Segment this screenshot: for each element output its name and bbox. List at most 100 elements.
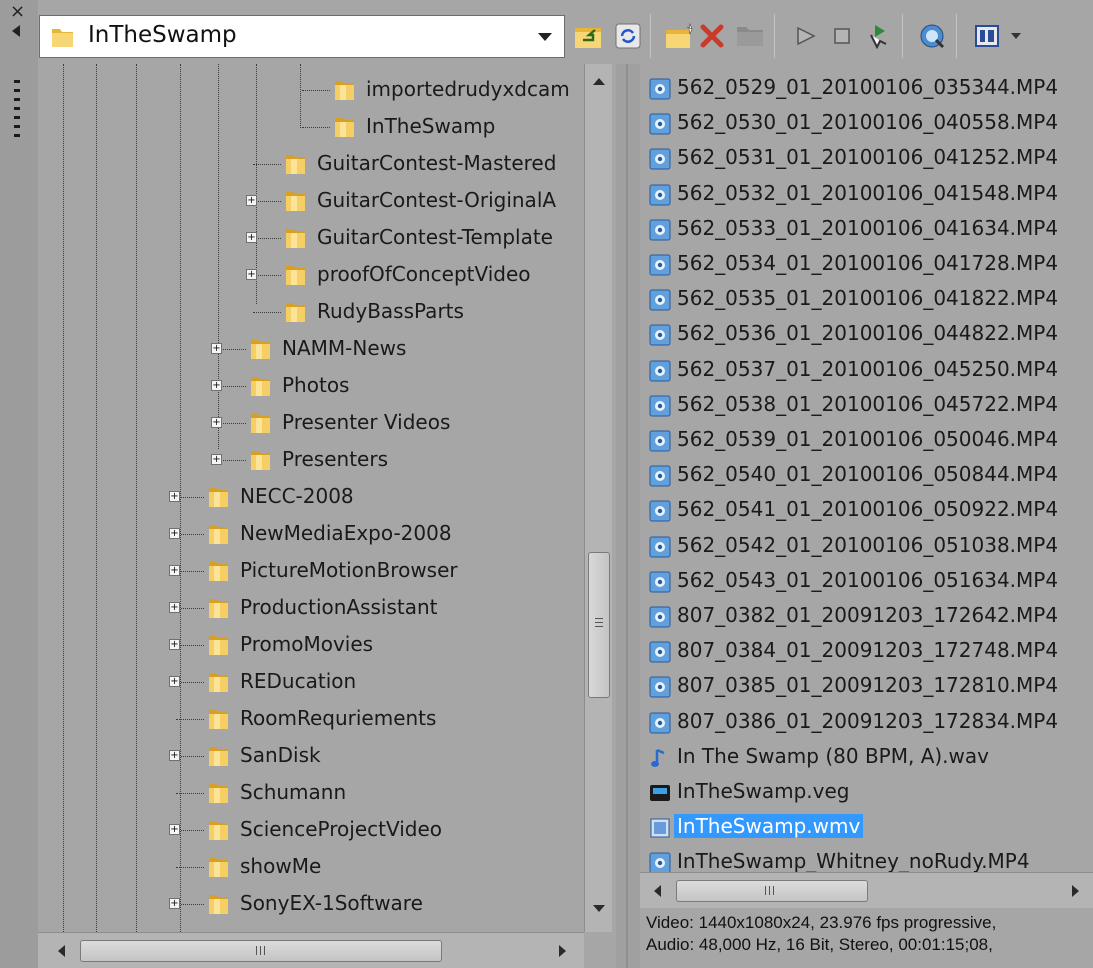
- file-item[interactable]: 807_0384_01_20091203_172748.MP4: [640, 633, 1093, 669]
- file-item[interactable]: 562_0539_01_20100106_050046.MP4: [640, 422, 1093, 458]
- file-item[interactable]: 807_0382_01_20091203_172642.MP4: [640, 598, 1093, 634]
- expand-icon[interactable]: +: [169, 565, 180, 576]
- expand-icon[interactable]: +: [169, 602, 180, 613]
- stop-icon[interactable]: [824, 18, 860, 54]
- scrollbar-thumb[interactable]: [80, 940, 442, 962]
- scroll-down-icon[interactable]: [593, 905, 605, 912]
- scroll-left-icon[interactable]: [654, 885, 661, 897]
- file-item[interactable]: 562_0543_01_20100106_051634.MP4: [640, 563, 1093, 599]
- expand-icon[interactable]: +: [169, 639, 180, 650]
- file-item[interactable]: 562_0535_01_20100106_041822.MP4: [640, 281, 1093, 317]
- expand-icon[interactable]: +: [169, 528, 180, 539]
- expand-icon[interactable]: +: [211, 417, 222, 428]
- tree-item-label: SonyEX-1Software: [240, 891, 423, 915]
- tree-item[interactable]: + NAMM-News: [38, 331, 584, 369]
- tree-item[interactable]: + PictureMotionBrowser: [38, 553, 584, 591]
- file-item[interactable]: 562_0538_01_20100106_045722.MP4: [640, 387, 1093, 423]
- file-item[interactable]: InTheSwamp.wmv: [640, 809, 1093, 845]
- tree-item[interactable]: + SonyEX-1Software: [38, 886, 584, 924]
- chevron-down-icon[interactable]: [538, 33, 552, 41]
- path-dropdown[interactable]: InTheSwamp: [39, 15, 565, 58]
- tree-item[interactable]: GuitarContest-Mastered: [38, 146, 584, 184]
- media-info-status: Video: 1440x1080x24, 23.976 fps progress…: [646, 912, 1093, 956]
- folder-icon: [248, 336, 274, 366]
- tree-item[interactable]: RoomRequriements: [38, 701, 584, 739]
- file-item[interactable]: 562_0540_01_20100106_050844.MP4: [640, 457, 1093, 493]
- up-folder-icon[interactable]: [570, 18, 606, 54]
- scrollbar-thumb[interactable]: [588, 552, 610, 698]
- chevron-down-icon[interactable]: [1006, 18, 1026, 54]
- expand-icon[interactable]: +: [169, 824, 180, 835]
- tree-item[interactable]: + PromoMovies: [38, 627, 584, 665]
- pane-splitter[interactable]: [616, 64, 640, 968]
- expand-icon[interactable]: +: [211, 454, 222, 465]
- tree-item[interactable]: + NECC-2008: [38, 479, 584, 517]
- scroll-up-icon[interactable]: [593, 78, 605, 85]
- refresh-icon[interactable]: [610, 18, 646, 54]
- vertical-scrollbar[interactable]: [584, 64, 612, 932]
- expand-icon[interactable]: +: [169, 750, 180, 761]
- views-icon[interactable]: [970, 18, 1006, 54]
- scrollbar-thumb[interactable]: [676, 880, 868, 902]
- file-name: 562_0540_01_20100106_050844.MP4: [677, 462, 1059, 487]
- tree-item[interactable]: showMe: [38, 849, 584, 887]
- collapse-arrow-icon[interactable]: [12, 25, 20, 37]
- horizontal-scrollbar[interactable]: [640, 872, 1093, 908]
- scroll-right-icon[interactable]: [559, 945, 566, 957]
- file-item[interactable]: 562_0537_01_20100106_045250.MP4: [640, 352, 1093, 388]
- tree-item[interactable]: + ProductionAssistant: [38, 590, 584, 628]
- play-icon[interactable]: [788, 18, 824, 54]
- expand-icon[interactable]: +: [246, 195, 257, 206]
- scroll-left-icon[interactable]: [58, 945, 65, 957]
- tree-item-label: showMe: [240, 854, 322, 878]
- tree-item[interactable]: Schumann: [38, 775, 584, 813]
- tree-item-label: InTheSwamp: [366, 114, 496, 138]
- tree-item[interactable]: + ScienceProjectVideo: [38, 812, 584, 850]
- scroll-right-icon[interactable]: [1072, 885, 1079, 897]
- expand-icon[interactable]: +: [169, 898, 180, 909]
- file-item[interactable]: 562_0533_01_20100106_041634.MP4: [640, 211, 1093, 247]
- expand-icon[interactable]: +: [211, 380, 222, 391]
- drag-grip-icon[interactable]: [14, 80, 20, 142]
- file-item[interactable]: 562_0542_01_20100106_051038.MP4: [640, 528, 1093, 564]
- file-item[interactable]: 562_0541_01_20100106_050922.MP4: [640, 492, 1093, 528]
- expand-icon[interactable]: +: [211, 343, 222, 354]
- tree-item[interactable]: + Presenter Videos: [38, 405, 584, 443]
- close-icon[interactable]: ×: [10, 3, 25, 21]
- tree-item[interactable]: + Presenters: [38, 442, 584, 480]
- expand-icon[interactable]: +: [246, 269, 257, 280]
- file-item[interactable]: 562_0529_01_20100106_035344.MP4: [640, 70, 1093, 106]
- tree-item[interactable]: + SanDisk: [38, 738, 584, 776]
- file-item[interactable]: In The Swamp (80 BPM, A).wav: [640, 739, 1093, 775]
- new-folder-icon[interactable]: [662, 18, 698, 54]
- expand-icon[interactable]: +: [246, 232, 257, 243]
- expand-icon[interactable]: +: [169, 491, 180, 502]
- file-name: 562_0533_01_20100106_041634.MP4: [677, 215, 1059, 240]
- auto-preview-icon[interactable]: [860, 18, 896, 54]
- file-item[interactable]: 562_0530_01_20100106_040558.MP4: [640, 105, 1093, 141]
- tree-item[interactable]: + GuitarContest-OriginalA: [38, 183, 584, 221]
- folder-icon[interactable]: [732, 18, 768, 54]
- delete-icon[interactable]: [694, 18, 730, 54]
- tree-item[interactable]: + REDucation: [38, 664, 584, 702]
- web-search-icon[interactable]: [914, 18, 950, 54]
- expand-icon[interactable]: +: [169, 676, 180, 687]
- tree-item[interactable]: importedrudyxdcam: [38, 72, 584, 110]
- file-item[interactable]: 562_0531_01_20100106_041252.MP4: [640, 140, 1093, 176]
- tree-item[interactable]: + GuitarContest-Template: [38, 220, 584, 258]
- file-item[interactable]: 562_0536_01_20100106_044822.MP4: [640, 316, 1093, 352]
- file-item[interactable]: 807_0386_01_20091203_172834.MP4: [640, 704, 1093, 740]
- wmv-file-icon: [649, 817, 671, 839]
- horizontal-scrollbar[interactable]: [38, 932, 584, 968]
- file-item[interactable]: 807_0385_01_20091203_172810.MP4: [640, 668, 1093, 704]
- tree-item[interactable]: InTheSwamp: [38, 109, 584, 147]
- file-name: 562_0535_01_20100106_041822.MP4: [677, 286, 1059, 311]
- tree-item[interactable]: + NewMediaExpo-2008: [38, 516, 584, 554]
- video-info: Video: 1440x1080x24, 23.976 fps progress…: [646, 913, 997, 932]
- tree-item[interactable]: + proofOfConceptVideo: [38, 257, 584, 295]
- tree-item[interactable]: + Photos: [38, 368, 584, 406]
- file-item[interactable]: InTheSwamp.veg: [640, 774, 1093, 810]
- file-item[interactable]: 562_0532_01_20100106_041548.MP4: [640, 176, 1093, 212]
- tree-item[interactable]: RudyBassParts: [38, 294, 584, 332]
- file-item[interactable]: 562_0534_01_20100106_041728.MP4: [640, 246, 1093, 282]
